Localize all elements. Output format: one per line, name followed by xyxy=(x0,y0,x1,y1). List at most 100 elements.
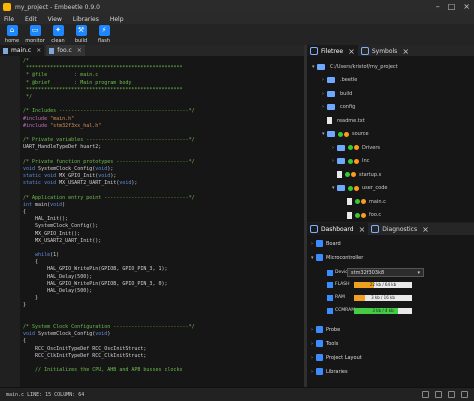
code-line[interactable]: RCC_OscInitTypeDef RCC_OscInitStruct; xyxy=(23,346,301,353)
code-line[interactable] xyxy=(23,245,301,252)
code-line[interactable] xyxy=(23,310,301,317)
code-line[interactable]: { xyxy=(23,209,301,216)
code-area[interactable]: /* *************************************… xyxy=(23,58,301,374)
status-dot-icon xyxy=(354,158,359,164)
code-line[interactable] xyxy=(23,151,301,158)
filetree-item[interactable]: ▾ C:/Users/kristof/my_project xyxy=(312,62,398,71)
home-button[interactable]: ⌂ home xyxy=(4,24,20,44)
clean-button[interactable]: ✦ clean xyxy=(50,24,66,44)
tab-foo-c[interactable]: foo.c × xyxy=(46,45,85,56)
device-select[interactable]: stm32f303k8 ▾ xyxy=(347,268,424,277)
code-line[interactable]: ****************************************… xyxy=(23,65,301,72)
home-icon: ⌂ xyxy=(6,25,18,36)
code-line[interactable]: } xyxy=(23,302,301,309)
menu-file[interactable]: File xyxy=(4,16,14,23)
filetree-panel: ▾ C:/Users/kristof/my_project › .beetle › bui… xyxy=(307,56,474,222)
code-line[interactable]: static void MX_GPIO_Init(void); xyxy=(23,173,301,180)
filetree-item[interactable]: startup.s xyxy=(332,170,381,179)
code-line[interactable]: static void MX_USART2_UART_Init(void); xyxy=(23,180,301,187)
code-line[interactable]: void SystemClock_Config(void); xyxy=(23,166,301,173)
minimize-button[interactable]: – xyxy=(436,2,440,11)
code-line[interactable] xyxy=(23,360,301,367)
code-line[interactable]: /* Includes ----------------------------… xyxy=(23,108,301,115)
libraries-icon xyxy=(316,368,323,375)
close-tab-icon[interactable]: × xyxy=(348,47,355,56)
close-window-button[interactable]: × xyxy=(463,2,470,11)
dashboard-libraries[interactable]: › Libraries xyxy=(311,367,348,376)
code-line[interactable]: // Initializes the CPU, AHB and APB buss… xyxy=(23,367,301,374)
code-line[interactable] xyxy=(23,187,301,194)
filetree-item[interactable]: ▾ source xyxy=(322,130,369,139)
code-line[interactable] xyxy=(23,317,301,324)
tab-main-c[interactable]: main.c × xyxy=(0,45,45,56)
code-line[interactable]: } xyxy=(23,295,301,302)
dashboard-project-layout[interactable]: › Project Layout xyxy=(311,353,362,362)
dashboard-board[interactable]: › Board xyxy=(311,239,341,248)
filetree-item[interactable]: › Inc xyxy=(332,157,369,166)
code-line[interactable]: UART_HandleTypeDef huart2; xyxy=(23,144,301,151)
code-line[interactable]: * @brief : Main program body xyxy=(23,80,301,87)
maximize-button[interactable]: □ xyxy=(448,2,456,11)
code-line[interactable]: HAL_GPIO_WritePin(GPIOB, GPIO_PIN_3, 1); xyxy=(23,266,301,273)
code-line[interactable]: * @file : main.c xyxy=(23,72,301,79)
close-tab-icon[interactable]: × xyxy=(422,225,429,234)
filetree-item[interactable]: ▾ user_code xyxy=(332,184,387,193)
flash-button[interactable]: ⚡ flash xyxy=(96,24,112,44)
code-line[interactable]: MX_USART2_UART_Init(); xyxy=(23,238,301,245)
code-line[interactable] xyxy=(23,130,301,137)
filetree-item[interactable]: › config xyxy=(322,103,355,112)
close-tab-icon[interactable]: × xyxy=(359,225,366,234)
code-line[interactable]: #include "stm32f3xx_hal.h" xyxy=(23,123,301,130)
settings-icon[interactable] xyxy=(448,391,455,398)
filetree-item[interactable]: › Drivers xyxy=(332,143,380,152)
code-line[interactable]: { xyxy=(23,338,301,345)
tab-dashboard[interactable]: Dashboard × xyxy=(307,223,369,235)
filetree-item[interactable]: foo.c xyxy=(342,211,381,220)
code-line[interactable]: void SystemClock_Config(void) xyxy=(23,331,301,338)
filetree-item[interactable]: › build xyxy=(322,89,352,98)
menu-libraries[interactable]: Libraries xyxy=(73,16,99,23)
layout-toggle-icon[interactable] xyxy=(461,391,468,398)
build-button[interactable]: ⚒ build xyxy=(73,24,89,44)
dashboard-microcontroller[interactable]: ▾ Microcontroller xyxy=(311,253,363,262)
code-line[interactable]: { xyxy=(23,259,301,266)
code-line[interactable]: HAL_GPIO_WritePin(GPIOB, GPIO_PIN_3, 0); xyxy=(23,281,301,288)
line-gutter xyxy=(0,56,20,387)
tab-diagnostics[interactable]: Diagnostics × xyxy=(368,223,432,235)
code-line[interactable]: MX_GPIO_Init(); xyxy=(23,231,301,238)
code-editor[interactable]: /* *************************************… xyxy=(0,56,304,387)
clean-icon: ✦ xyxy=(52,25,64,36)
close-tab-icon[interactable]: × xyxy=(402,47,409,56)
close-tab-icon[interactable]: × xyxy=(36,47,41,54)
filetree-item[interactable]: main.c xyxy=(342,197,386,206)
code-line[interactable]: */ xyxy=(23,94,301,101)
code-line[interactable]: SystemClock_Config(); xyxy=(23,223,301,230)
menu-help[interactable]: Help xyxy=(110,16,124,23)
filetree-item[interactable]: readme.txt xyxy=(322,116,365,125)
code-line[interactable]: HAL_Delay(500); xyxy=(23,288,301,295)
code-line[interactable]: /* System Clock Configuration ----------… xyxy=(23,324,301,331)
terminal-icon[interactable] xyxy=(422,391,429,398)
close-tab-icon[interactable]: × xyxy=(77,47,82,54)
code-line[interactable]: HAL_Init(); xyxy=(23,216,301,223)
code-line[interactable]: while(1) xyxy=(23,252,301,259)
code-line[interactable]: /* Private function prototypes ---------… xyxy=(23,159,301,166)
code-line[interactable] xyxy=(23,101,301,108)
code-line[interactable]: int main(void) xyxy=(23,202,301,209)
menu-edit[interactable]: Edit xyxy=(25,16,37,23)
code-line[interactable]: /* Private variables -------------------… xyxy=(23,137,301,144)
code-line[interactable]: RCC_ClkInitTypeDef RCC_ClkInitStruct; xyxy=(23,353,301,360)
code-line[interactable]: ****************************************… xyxy=(23,87,301,94)
bottom-panel-tab-bar: Dashboard × Diagnostics × xyxy=(307,223,474,235)
code-line[interactable]: #include "main.h" xyxy=(23,116,301,123)
dashboard-icon xyxy=(310,225,318,233)
code-line[interactable]: /* xyxy=(23,58,301,65)
dashboard-probe[interactable]: › Probe xyxy=(311,325,340,334)
console-icon[interactable] xyxy=(435,391,442,398)
monitor-button[interactable]: ▭ monitor xyxy=(25,24,45,44)
menu-view[interactable]: View xyxy=(48,16,62,23)
dashboard-tools[interactable]: › Tools xyxy=(311,339,338,348)
code-line[interactable]: HAL_Delay(500); xyxy=(23,274,301,281)
filetree-item[interactable]: › .beetle xyxy=(322,76,357,85)
code-line[interactable]: /* Application entry point -------------… xyxy=(23,195,301,202)
